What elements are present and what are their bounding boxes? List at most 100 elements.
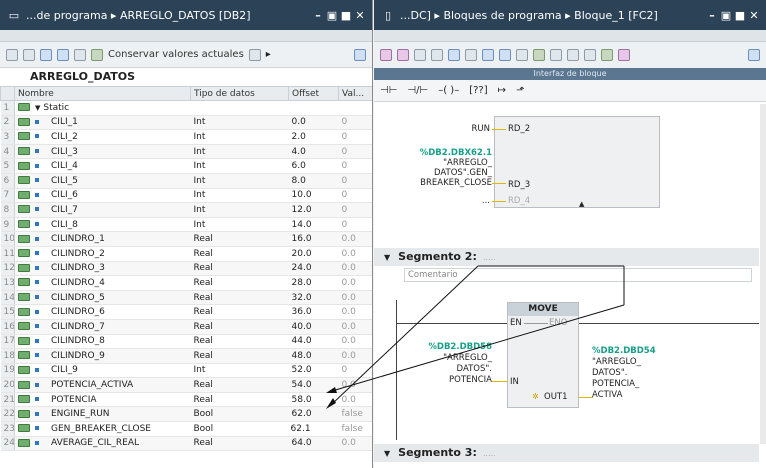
- absolute-icon[interactable]: [550, 49, 562, 61]
- row-type[interactable]: Bool: [190, 406, 289, 423]
- add-row-icon[interactable]: [23, 48, 35, 61]
- segment-2-comment[interactable]: Comentario: [404, 268, 752, 282]
- online-icon[interactable]: [601, 49, 613, 61]
- init-values-icon[interactable]: [248, 48, 261, 61]
- table-row[interactable]: 1 ▼ Static: [0, 100, 372, 116]
- expand-block-icon[interactable]: ▲: [579, 200, 584, 208]
- table-row[interactable]: 8 CILI_7 Int 12.0 0: [0, 202, 372, 218]
- symbolic-icon[interactable]: [567, 49, 579, 61]
- minimize-icon[interactable]: –: [706, 9, 718, 22]
- row-type[interactable]: Real: [190, 334, 289, 350]
- row-name[interactable]: GEN_BREAKER_CLOSE: [14, 421, 191, 437]
- table-row[interactable]: 2 CILI_1 Int 0.0 0: [0, 115, 372, 131]
- row-type[interactable]: Real: [190, 261, 289, 277]
- grid-icon[interactable]: [499, 49, 511, 61]
- table-row[interactable]: 13 CILINDRO_4 Real 28.0 0.0: [0, 275, 372, 291]
- row-value[interactable]: 0.0: [338, 290, 372, 306]
- row-type[interactable]: Int: [190, 188, 289, 204]
- view-icon[interactable]: [482, 49, 494, 61]
- table-row[interactable]: 12 CILINDRO_3 Real 24.0 0.0: [0, 261, 372, 277]
- row-type[interactable]: Int: [190, 129, 289, 145]
- expand-icon[interactable]: [40, 48, 52, 61]
- row-name[interactable]: CILINDRO_1: [14, 231, 191, 247]
- row-type[interactable]: Real: [190, 304, 289, 320]
- row-value[interactable]: 0: [338, 188, 372, 204]
- row-value[interactable]: 0: [338, 158, 372, 174]
- vertical-scrollbar[interactable]: [760, 104, 766, 444]
- minimize-icon[interactable]: –: [312, 9, 324, 22]
- row-type[interactable]: Real: [190, 436, 289, 452]
- segment-3-header[interactable]: ▼ Segmento 3:.....: [374, 444, 759, 462]
- empty-box-icon[interactable]: [??]: [469, 85, 487, 96]
- table-row[interactable]: 22 ENGINE_RUN Bool 62.0 false: [0, 406, 372, 423]
- table-row[interactable]: 10 CILINDRO_1 Real 16.0 0.0: [0, 231, 372, 247]
- row-name[interactable]: CILI_9: [14, 363, 191, 379]
- row-name[interactable]: CILINDRO_3: [14, 261, 191, 277]
- open-branch-icon[interactable]: ↦: [498, 85, 506, 96]
- row-name[interactable]: CILINDRO_6: [14, 304, 191, 320]
- table-row[interactable]: 23 GEN_BREAKER_CLOSE Bool ≡62.1false: [0, 421, 372, 437]
- row-type[interactable]: Int: [190, 363, 289, 379]
- row-value[interactable]: 0.0: [338, 334, 372, 350]
- row-type[interactable]: Int: [190, 158, 289, 174]
- row-name[interactable]: CILI_5: [14, 173, 191, 189]
- expand-static-icon[interactable]: ▼: [35, 104, 40, 112]
- col-value[interactable]: Val...: [338, 86, 372, 101]
- row-name[interactable]: AVERAGE_CIL_REAL: [14, 436, 191, 452]
- col-type[interactable]: Tipo de datos: [190, 86, 289, 101]
- row-value[interactable]: 0.0: [338, 377, 372, 393]
- row-name[interactable]: ▼ Static: [14, 100, 191, 116]
- row-value[interactable]: 0.0: [338, 231, 372, 247]
- maximize-icon[interactable]: ■: [340, 9, 352, 22]
- table-row[interactable]: 20 POTENCIA_ACTIVA Real 54.0 0.0: [0, 377, 372, 393]
- table-row[interactable]: 16 CILINDRO_7 Real 40.0 0.0: [0, 319, 372, 335]
- row-value[interactable]: 0.0: [338, 304, 372, 320]
- align-icon[interactable]: [465, 49, 477, 61]
- table-row[interactable]: 21 POTENCIA Real 58.0 0.0: [0, 392, 372, 408]
- table-row[interactable]: 3 CILI_2 Int 2.0 0: [0, 129, 372, 145]
- keep-values-button[interactable]: Conservar valores actuales: [108, 49, 244, 60]
- table-row[interactable]: 14 CILINDRO_5 Real 32.0 0.0: [0, 290, 372, 306]
- window-menu-icon[interactable]: ▭: [8, 9, 20, 22]
- collapse-segment-icon[interactable]: ▼: [384, 449, 390, 458]
- col-name[interactable]: Nombre: [14, 86, 191, 101]
- list-icon[interactable]: [74, 48, 86, 61]
- compare-icon[interactable]: [380, 49, 392, 61]
- row-type[interactable]: Int: [190, 173, 289, 189]
- row-value[interactable]: 0: [338, 115, 372, 131]
- row-type[interactable]: Real: [190, 275, 289, 291]
- row-value[interactable]: 0.0: [338, 392, 372, 408]
- table-row[interactable]: 11 CILINDRO_2 Real 20.0 0.0: [0, 246, 372, 262]
- snapshot-icon[interactable]: [91, 48, 103, 61]
- row-type[interactable]: Real: [190, 246, 289, 262]
- row-name[interactable]: CILINDRO_4: [14, 275, 191, 291]
- row-name[interactable]: CILI_1: [14, 115, 191, 131]
- row-name[interactable]: CILINDRO_5: [14, 290, 191, 306]
- collapse-icon[interactable]: [57, 48, 69, 61]
- row-value[interactable]: false: [338, 406, 372, 423]
- row-name[interactable]: CILI_8: [14, 217, 191, 233]
- table-row[interactable]: 19 CILI_9 Int 52.0 0: [0, 363, 372, 379]
- row-name[interactable]: ENGINE_RUN: [14, 406, 191, 423]
- delete-network-icon[interactable]: [431, 49, 443, 61]
- row-value[interactable]: 0: [338, 363, 372, 379]
- row-type[interactable]: Real: [190, 392, 289, 408]
- row-name[interactable]: CILI_4: [14, 158, 191, 174]
- nc-contact-icon[interactable]: ⊣/⊢: [407, 85, 428, 96]
- row-name[interactable]: CILINDRO_9: [14, 348, 191, 364]
- insert-row-icon[interactable]: [6, 48, 18, 61]
- compare-all-icon[interactable]: [397, 49, 409, 61]
- row-value[interactable]: 0.0: [338, 436, 372, 452]
- table-row[interactable]: 4 CILI_3 Int 4.0 0: [0, 144, 372, 160]
- row-name[interactable]: CILI_6: [14, 188, 191, 204]
- no-contact-icon[interactable]: ⊣⊢: [380, 85, 397, 96]
- row-type[interactable]: Real: [190, 231, 289, 247]
- row-value[interactable]: [338, 100, 372, 116]
- row-value[interactable]: 0: [338, 144, 372, 160]
- table-row[interactable]: 7 CILI_6 Int 10.0 0: [0, 188, 372, 204]
- row-value[interactable]: 0: [338, 202, 372, 218]
- coil-icon[interactable]: –( )–: [438, 85, 459, 96]
- row-name[interactable]: POTENCIA: [14, 392, 191, 408]
- row-value[interactable]: 0.0: [338, 275, 372, 291]
- pin-icon[interactable]: ▯: [382, 9, 394, 22]
